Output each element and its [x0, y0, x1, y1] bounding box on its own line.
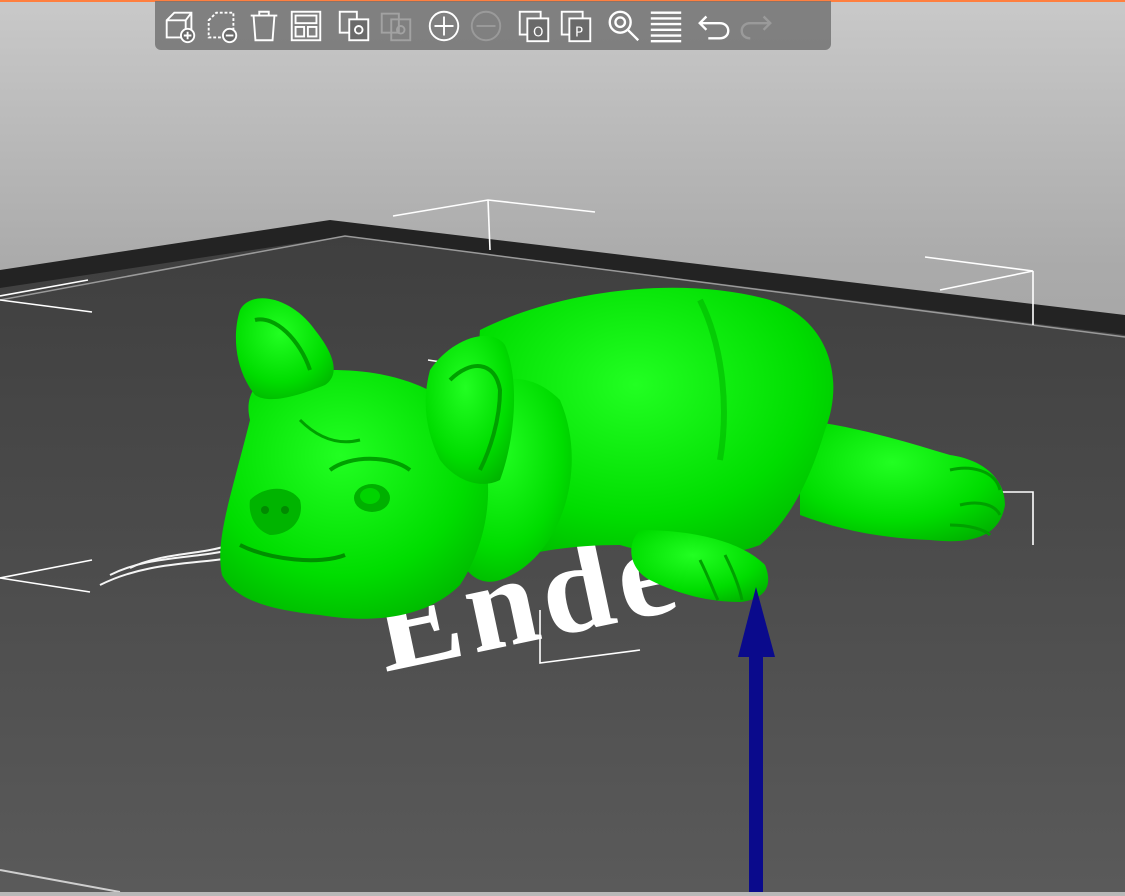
arrange-button[interactable]	[285, 5, 327, 47]
undo-button[interactable]	[693, 5, 735, 47]
layers-editing-button[interactable]	[645, 5, 687, 47]
add-object-icon	[165, 11, 196, 43]
scene-canvas[interactable]: Ende	[0, 0, 1125, 893]
search-icon	[608, 10, 640, 41]
svg-text:O: O	[533, 25, 543, 40]
remove-instance-icon	[470, 10, 502, 41]
add-instance-button[interactable]	[423, 5, 465, 47]
paste-button[interactable]	[375, 5, 417, 47]
remove-object-icon	[207, 11, 238, 43]
add-instance-icon	[428, 10, 460, 41]
add-object-button[interactable]	[159, 5, 201, 47]
arrange-icon	[290, 10, 322, 41]
remove-object-button[interactable]	[201, 5, 243, 47]
delete-all-button[interactable]	[243, 5, 285, 47]
split-to-objects-button[interactable]: O	[513, 5, 555, 47]
split-to-parts-button[interactable]: P	[555, 5, 597, 47]
copy-icon	[338, 10, 370, 41]
search-button[interactable]	[603, 5, 645, 47]
copy-button[interactable]	[333, 5, 375, 47]
redo-button[interactable]	[735, 5, 777, 47]
paste-icon	[380, 12, 412, 41]
top-toolbar: O P	[155, 1, 831, 50]
redo-icon	[740, 15, 772, 40]
3d-viewport[interactable]: Ende	[0, 0, 1125, 893]
undo-icon	[698, 15, 730, 40]
remove-instance-button[interactable]	[465, 5, 507, 47]
delete-all-icon	[250, 10, 278, 41]
split-to-parts-icon: P	[560, 10, 592, 42]
layers-editing-icon	[650, 11, 682, 42]
svg-text:P: P	[575, 25, 583, 40]
split-to-objects-icon: O	[518, 10, 550, 42]
